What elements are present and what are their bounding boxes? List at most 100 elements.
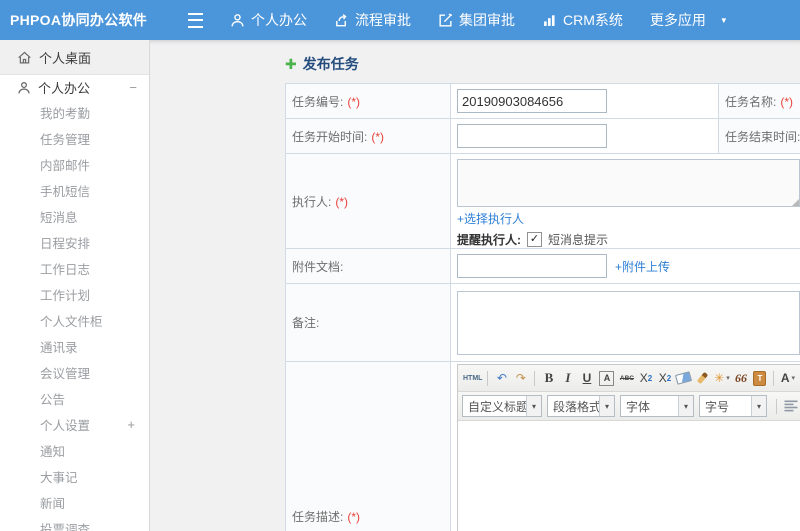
user-icon (230, 13, 245, 28)
expand-plus-icon[interactable]: + (127, 417, 135, 432)
sidebar-subitem-9[interactable]: 通讯录 (0, 333, 149, 359)
task-number-label: 任务编号: (*) (285, 83, 451, 119)
italic-icon[interactable]: I (559, 368, 576, 388)
start-time-cell (450, 118, 719, 154)
sidebar-subitem-13[interactable]: 通知 (0, 437, 149, 463)
sidebar-item-personal-office[interactable]: 个人办公 − (0, 75, 149, 100)
blockquote-icon[interactable]: 66 (732, 368, 749, 388)
select-value: 自定义标题 (468, 399, 526, 414)
sidebar-item-desktop[interactable]: 个人桌面 (0, 40, 149, 75)
sidebar-subitem-10[interactable]: 会议管理 (0, 359, 149, 385)
chevron-down-icon: ▼ (719, 15, 728, 25)
subscript-icon[interactable]: X2 (656, 368, 673, 388)
chevron-down-icon[interactable]: ▾ (526, 396, 541, 416)
format-brush-icon[interactable] (694, 368, 711, 388)
sidebar-subitem-7[interactable]: 工作计划 (0, 281, 149, 307)
attachment-input[interactable] (457, 254, 607, 278)
strikethrough-icon[interactable]: ABC (618, 368, 635, 388)
chart-icon (542, 13, 557, 28)
end-time-label: 任务结束时间:(*) (718, 118, 800, 154)
editor-toolbar-row1: HTML ↶ ↷ B I U A ABC X 2 X 2 ✳ ▾ 66 T A ▾ (458, 365, 800, 392)
select-value: 段落格式 (553, 399, 599, 414)
sidebar-subitem-label: 投票调查 (40, 522, 91, 531)
magic-format-icon[interactable]: ✳ ▾ (713, 368, 730, 388)
font-color-icon[interactable]: A ▾ (779, 368, 796, 388)
page-title: ✚ 发布任务 (285, 40, 800, 74)
executor-label: 执行人: (*) (285, 153, 451, 249)
chevron-down-icon[interactable]: ▾ (678, 396, 693, 416)
nav-item-label: 个人办公 (251, 12, 307, 28)
remark-textarea[interactable] (457, 290, 800, 355)
description-cell: HTML ↶ ↷ B I U A ABC X 2 X 2 ✳ ▾ 66 T A ▾ 自定义标题 ▾ 段落格式 ▾ 字体 ▾ 字… (450, 361, 800, 531)
align-left-icon[interactable] (784, 400, 799, 412)
sidebar-subitem-label: 工作计划 (40, 288, 91, 303)
bold-icon[interactable]: B (540, 368, 557, 388)
chevron-down-icon[interactable]: ▾ (751, 396, 766, 416)
sidebar-subitem-label: 新闻 (40, 496, 66, 511)
chevron-down-icon[interactable]: ▾ (599, 396, 614, 416)
redo-icon[interactable]: ↷ (512, 368, 529, 388)
sidebar-subitem-2[interactable]: 内部邮件 (0, 151, 149, 177)
sidebar-subitem-4[interactable]: 短消息 (0, 203, 149, 229)
nav-item-process-approval[interactable]: 流程审批 (334, 10, 411, 30)
sidebar-subitem-14[interactable]: 大事记 (0, 463, 149, 489)
process-icon (334, 13, 349, 28)
sidebar-subitem-label: 个人文件柜 (40, 314, 103, 329)
nav-item-group-approval[interactable]: 集团审批 (438, 10, 515, 30)
nav-item-crm-system[interactable]: CRM系统 (542, 10, 623, 30)
hamburger-icon[interactable] (188, 12, 203, 28)
nav-item-label: 集团审批 (459, 12, 515, 28)
sidebar-subitem-6[interactable]: 工作日志 (0, 255, 149, 281)
underline-icon[interactable]: U (578, 368, 595, 388)
sidebar-subitem-label: 个人设置 (40, 418, 91, 433)
font-style-box-icon[interactable]: A (599, 370, 615, 386)
attachment-upload-link[interactable]: +附件上传 (615, 258, 670, 275)
font-family-select[interactable]: 字体 ▾ (620, 395, 694, 417)
sidebar-subitem-3[interactable]: 手机短信 (0, 177, 149, 203)
custom-title-select[interactable]: 自定义标题 ▾ (462, 395, 542, 417)
nav-item-personal-office[interactable]: 个人办公 (230, 10, 307, 30)
sidebar-submenu: 我的考勤任务管理内部邮件手机短信短消息日程安排 工作日志工作计划个人文件柜通讯录会… (0, 99, 149, 531)
start-time-input[interactable] (457, 124, 607, 148)
sidebar-subitem-5[interactable]: 日程安排 (0, 229, 149, 255)
sidebar-subitem-label: 短消息 (40, 210, 78, 225)
chevron-down-icon: ▾ (791, 375, 796, 382)
select-executor-link[interactable]: +选择执行人 (457, 212, 524, 226)
nav-item-more-apps[interactable]: 更多应用 ▼ (650, 10, 728, 30)
attachment-cell: +附件上传 (450, 248, 800, 284)
paste-text-icon[interactable]: T (751, 368, 768, 388)
font-size-select[interactable]: 字号 ▾ (699, 395, 767, 417)
chevron-down-icon: ▾ (726, 375, 730, 382)
form-row-remark: 备注: (285, 283, 800, 362)
remark-cell (450, 283, 800, 362)
task-number-input[interactable] (457, 89, 607, 113)
sidebar-subitem-15[interactable]: 新闻 (0, 489, 149, 515)
executor-textarea[interactable] (457, 159, 800, 207)
sidebar-subitem-label: 内部邮件 (40, 158, 91, 173)
sidebar-subitem-11[interactable]: 公告 (0, 385, 149, 411)
executor-cell: +选择执行人 提醒执行人: 短消息提示 (450, 153, 800, 249)
sidebar-subitem-16[interactable]: 投票调查 (0, 515, 149, 531)
sidebar-subitem-8[interactable]: 个人文件柜 (0, 307, 149, 333)
undo-icon[interactable]: ↶ (493, 368, 510, 388)
resize-handle-icon[interactable] (792, 199, 799, 206)
sidebar-subitem-label: 任务管理 (40, 132, 91, 147)
collapse-minus-icon[interactable]: − (129, 80, 137, 95)
paragraph-format-select[interactable]: 段落格式 ▾ (547, 395, 615, 417)
form-row-executor: 执行人:(*) +选择执行人 提醒执行人: 短消息提示 (285, 153, 800, 249)
eraser-icon[interactable] (675, 368, 693, 388)
toolbar-separator (773, 370, 775, 386)
nav-item-label: 流程审批 (355, 12, 411, 28)
superscript-icon[interactable]: X2 (637, 368, 654, 388)
editor-content-area[interactable] (458, 421, 800, 531)
toolbar-separator (776, 398, 777, 414)
required-mark: (*) (780, 94, 794, 109)
sidebar-subitem-1[interactable]: 任务管理 (0, 125, 149, 151)
toolbar-separator (534, 370, 536, 386)
sidebar-subitem-0[interactable]: 我的考勤 (0, 99, 149, 125)
sidebar-subitem-label: 大事记 (40, 470, 78, 485)
source-code-button[interactable]: HTML (463, 368, 482, 388)
sms-remind-checkbox[interactable] (527, 232, 542, 247)
sidebar-subitem-label: 手机短信 (40, 184, 91, 199)
sidebar-subitem-12[interactable]: 个人设置 + (0, 411, 149, 437)
